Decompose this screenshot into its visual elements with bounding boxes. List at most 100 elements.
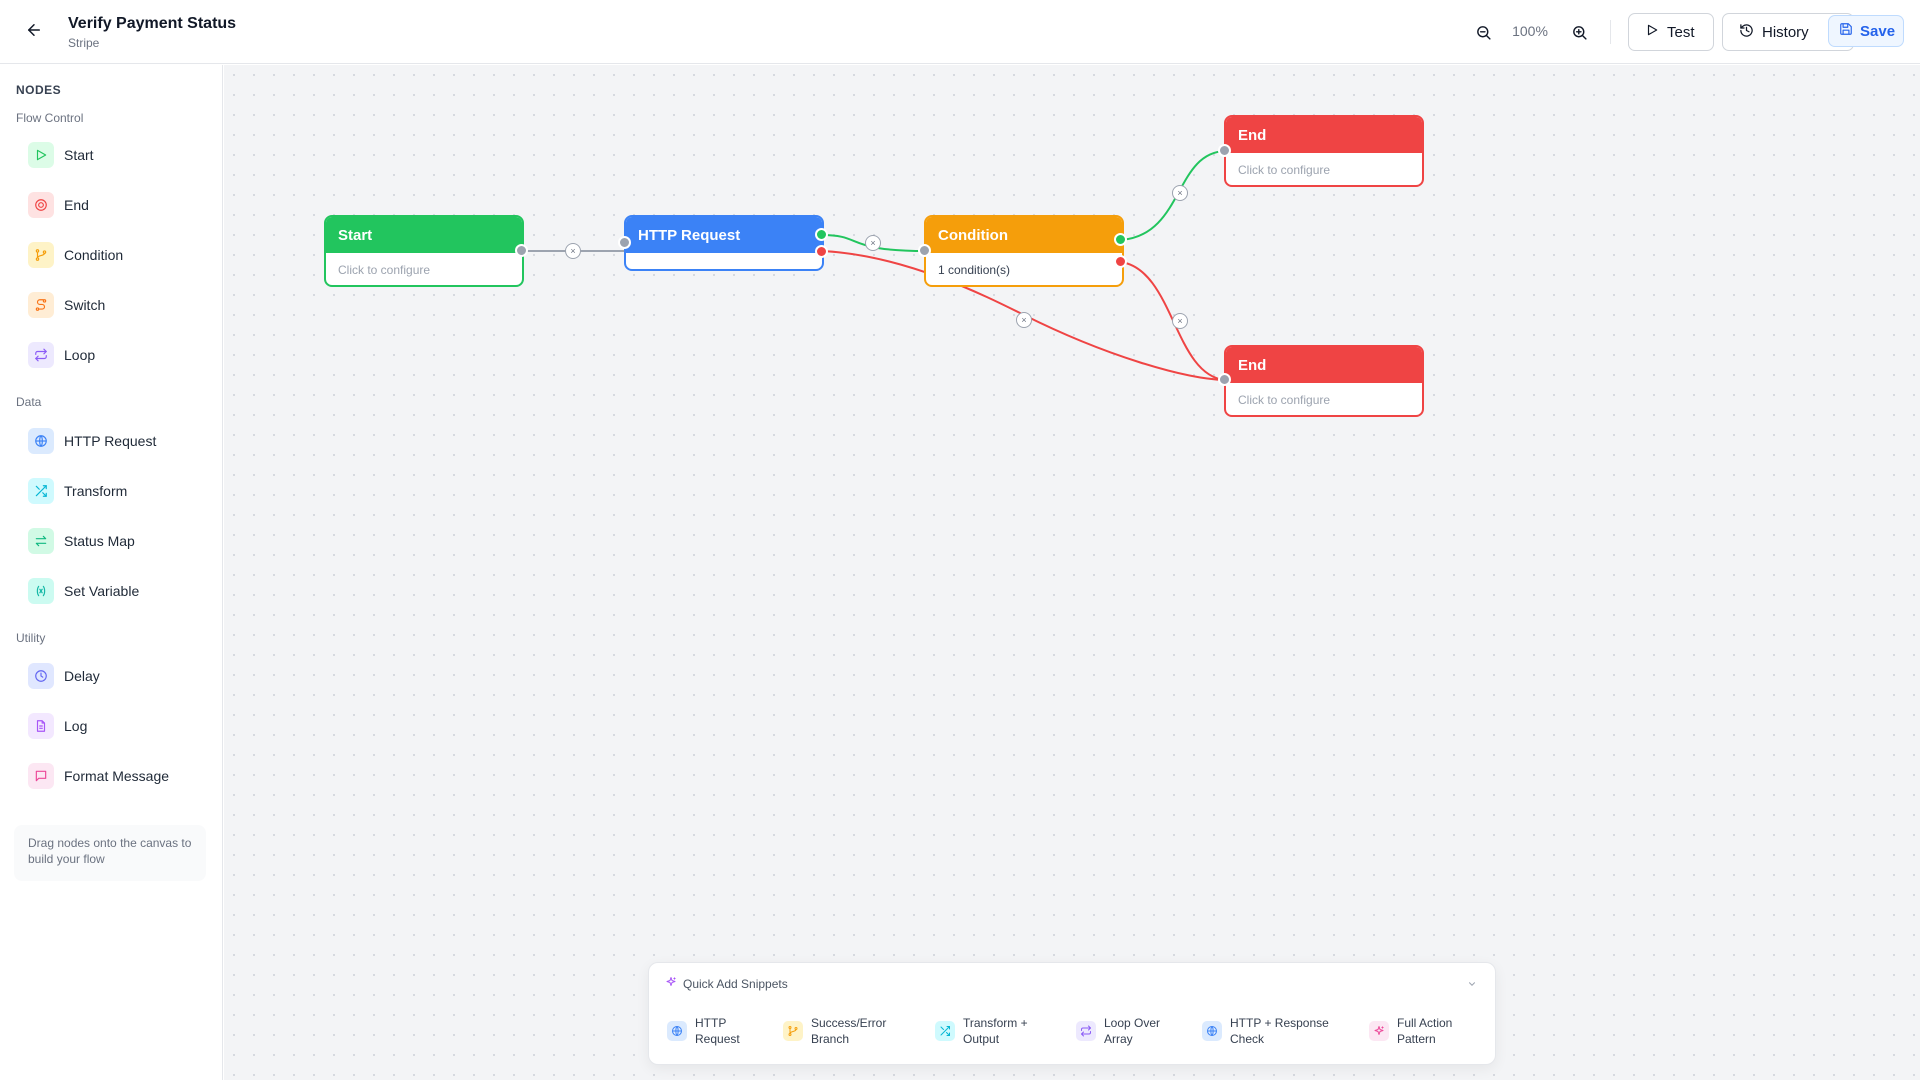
snippet-full-action-pattern[interactable]: Full Action Pattern [1369, 1015, 1473, 1047]
shuffle-icon [28, 478, 54, 504]
test-button[interactable]: Test [1628, 13, 1714, 51]
node-start[interactable]: Start Click to configure [324, 215, 524, 287]
sparkles-icon [665, 976, 677, 991]
sidebar-item-start[interactable]: Start [18, 135, 208, 175]
delete-edge-icon[interactable]: × [865, 235, 881, 251]
snippet-http-request[interactable]: HTTP Request [667, 1015, 759, 1047]
delete-edge-icon[interactable]: × [1172, 185, 1188, 201]
sidebar-item-end[interactable]: End [18, 185, 208, 225]
http-success-handle[interactable] [815, 228, 828, 241]
zoom-out-icon[interactable] [1473, 22, 1493, 42]
test-button-label: Test [1667, 23, 1695, 41]
node-title: HTTP Request [626, 217, 822, 253]
save-button[interactable]: Save [1828, 15, 1904, 47]
node-condition[interactable]: Condition 1 condition(s) [924, 215, 1124, 287]
snippets-header: Quick Add Snippets [665, 976, 788, 991]
history-icon [1739, 23, 1754, 42]
sidebar-item-http-request[interactable]: HTTP Request [18, 421, 208, 461]
flow-canvas[interactable]: Start Click to configure HTTP Request Co… [224, 65, 1920, 1080]
back-arrow-icon[interactable] [22, 18, 46, 42]
delete-edge-icon[interactable]: × [1172, 313, 1188, 329]
node-title: Start [326, 217, 522, 253]
arrows-left-right-icon [28, 528, 54, 554]
sidebar-item-loop[interactable]: Loop [18, 335, 208, 375]
page-subtitle: Stripe [68, 36, 100, 50]
node-http-request[interactable]: HTTP Request [624, 215, 824, 271]
sidebar-item-label: Status Map [64, 533, 135, 549]
play-icon [1645, 23, 1659, 41]
group-label-flow-control: Flow Control [16, 111, 84, 125]
sidebar-item-log[interactable]: Log [18, 706, 208, 746]
sidebar-item-transform[interactable]: Transform [18, 471, 208, 511]
end-failure-input-handle[interactable] [1218, 373, 1231, 386]
snippet-transform-output[interactable]: Transform + Output [935, 1015, 1043, 1047]
globe-icon [28, 428, 54, 454]
history-button-label: History [1762, 23, 1809, 41]
save-button-label: Save [1860, 22, 1896, 40]
sidebar-item-label: Start [64, 147, 94, 163]
sidebar-item-label: End [64, 197, 89, 213]
node-body [626, 253, 822, 269]
save-icon [1839, 22, 1853, 40]
snippet-label: Loop Over Array [1104, 1016, 1161, 1046]
snippet-loop-over-array[interactable]: Loop Over Array [1076, 1015, 1176, 1047]
sidebar-item-label: Set Variable [64, 583, 140, 599]
sidebar-item-set-variable[interactable]: Set Variable [18, 571, 208, 611]
delete-edge-icon[interactable]: × [1016, 312, 1032, 328]
node-body: Click to configure [338, 263, 431, 277]
zoom-in-icon[interactable] [1569, 22, 1589, 42]
snippet-label: HTTP Request [695, 1016, 740, 1046]
snippet-success-error-branch[interactable]: Success/Error Branch [783, 1015, 903, 1047]
sidebar-item-switch[interactable]: Switch [18, 285, 208, 325]
group-label-data: Data [16, 395, 42, 409]
node-title: Condition [926, 217, 1122, 253]
node-end-failure[interactable]: End Click to configure [1224, 345, 1424, 417]
http-error-handle[interactable] [815, 245, 828, 258]
sidebar-item-condition[interactable]: Condition [18, 235, 208, 275]
snippet-label: Full Action Pattern [1397, 1016, 1453, 1046]
message-square-icon [28, 763, 54, 789]
target-icon [28, 192, 54, 218]
node-title: End [1226, 347, 1422, 383]
variable-icon [28, 578, 54, 604]
top-bar: Verify Payment Status Stripe 100% Test H… [0, 0, 1920, 64]
chevron-down-icon[interactable] [1465, 977, 1479, 991]
end-success-input-handle[interactable] [1218, 144, 1231, 157]
http-input-handle[interactable] [618, 236, 631, 249]
sidebar-item-label: HTTP Request [64, 433, 157, 449]
zoom-level: 100% [1512, 23, 1548, 39]
branch-icon [783, 1021, 803, 1041]
node-body: Click to configure [1238, 393, 1331, 407]
clock-icon [28, 663, 54, 689]
node-title: End [1226, 117, 1422, 153]
snippet-label: Success/Error Branch [811, 1016, 887, 1046]
condition-true-handle[interactable] [1114, 233, 1127, 246]
node-body: 1 condition(s) [938, 263, 1011, 277]
snippet-http-response-check[interactable]: HTTP + Response Check [1202, 1015, 1342, 1047]
sidebar-item-label: Condition [64, 247, 124, 263]
node-end-success[interactable]: End Click to configure [1224, 115, 1424, 187]
repeat-icon [1076, 1021, 1096, 1041]
sidebar-item-label: Format Message [64, 768, 170, 784]
page-title: Verify Payment Status [68, 15, 237, 32]
condition-input-handle[interactable] [918, 244, 931, 257]
snippet-label: HTTP + Response Check [1230, 1016, 1329, 1046]
delete-edge-icon[interactable]: × [565, 243, 581, 259]
sidebar-item-label: Switch [64, 297, 106, 313]
quick-add-snippets-panel: Quick Add Snippets HTTP Request Success/… [648, 962, 1496, 1065]
sidebar-item-label: Delay [64, 668, 100, 684]
sidebar-item-delay[interactable]: Delay [18, 656, 208, 696]
shuffle-icon [935, 1021, 955, 1041]
node-body: Click to configure [1238, 163, 1331, 177]
sidebar-hint: Drag nodes onto the canvas to build your… [14, 825, 206, 881]
route-icon [28, 292, 54, 318]
sidebar-item-format-message[interactable]: Format Message [18, 756, 208, 796]
repeat-icon [28, 342, 54, 368]
sidebar-item-label: Transform [64, 483, 128, 499]
sidebar-heading: NODES [16, 83, 62, 97]
start-output-handle[interactable] [515, 244, 528, 257]
sidebar-item-label: Loop [64, 347, 96, 363]
sidebar-item-status-map[interactable]: Status Map [18, 521, 208, 561]
condition-false-handle[interactable] [1114, 255, 1127, 268]
node-palette-sidebar: NODES Flow Control Start End Condition S… [0, 65, 223, 1080]
